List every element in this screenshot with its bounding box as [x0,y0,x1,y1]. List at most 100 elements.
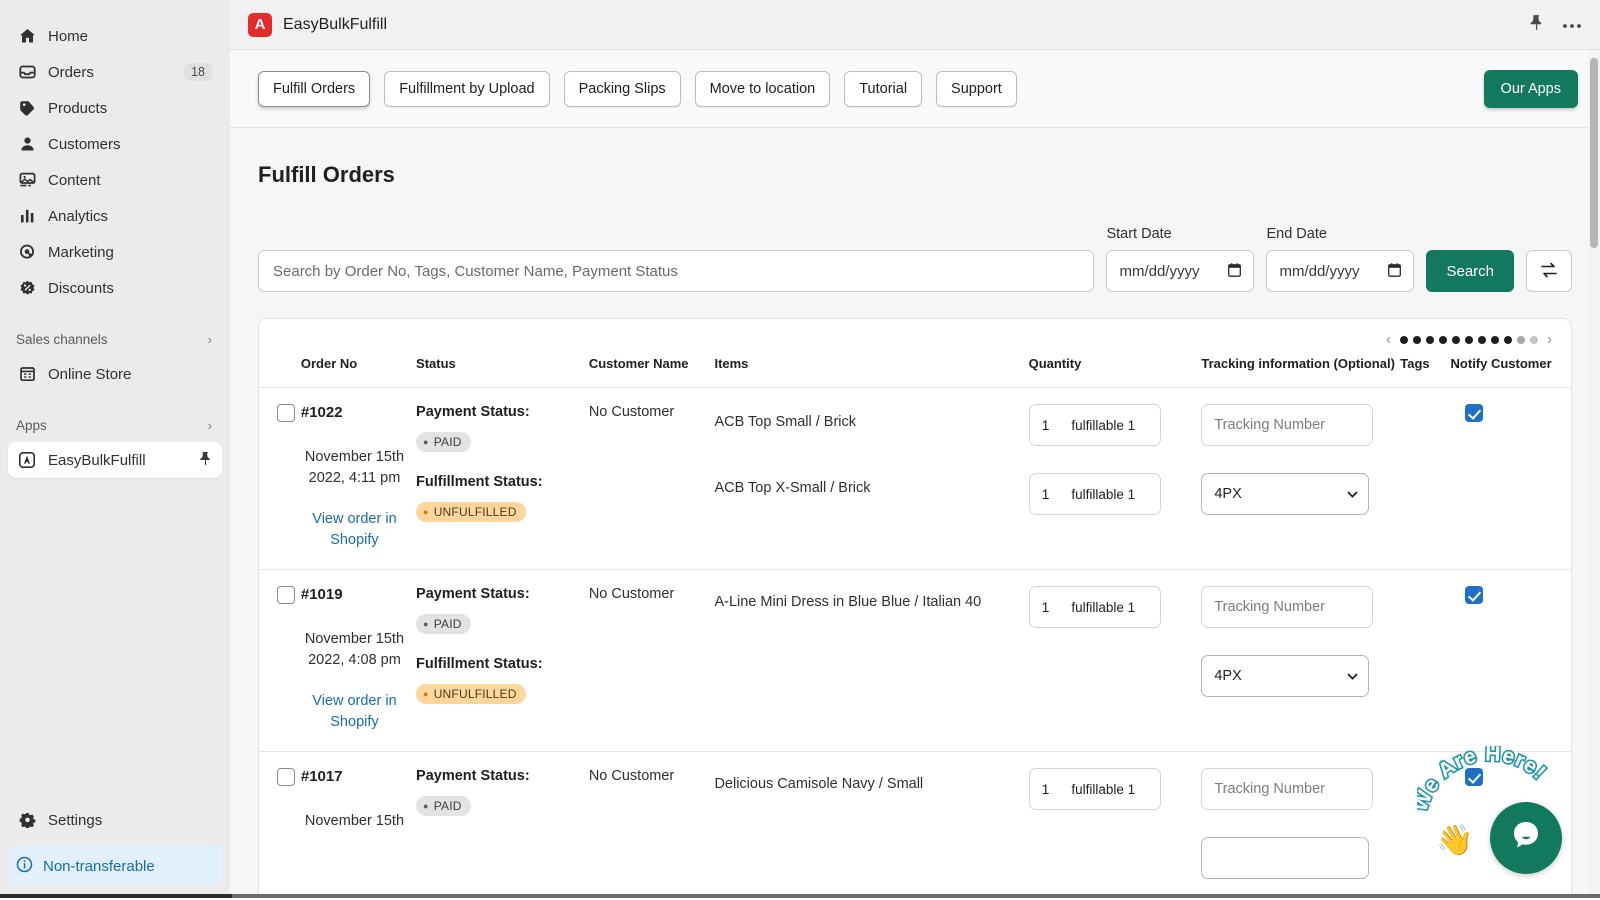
pin-icon[interactable] [1529,14,1544,36]
status-dot-icon: ● [423,438,429,447]
fulfillable-count: fulfillable 1 [1071,418,1135,433]
order-date: November 15th 2022, 4:11 pm [301,447,408,489]
tab-packing-slips[interactable]: Packing Slips [564,71,681,107]
tab-fulfill-orders[interactable]: Fulfill Orders [258,71,370,107]
waving-hand-icon: 👋 [1436,823,1473,858]
quantity-input[interactable]: 1fulfillable 1 [1029,473,1161,515]
col-tracking: Tracking information (Optional) [1201,350,1400,388]
calendar-icon[interactable] [1388,263,1401,280]
view-order-in-shopify-link[interactable]: View order in Shopify [301,691,408,733]
search-button[interactable]: Search [1426,250,1514,292]
sidebar-item-settings[interactable]: Settings [8,802,222,838]
sidebar-item-products[interactable]: Products [8,90,222,126]
quantity-input[interactable]: 1fulfillable 1 [1029,404,1161,446]
search-input[interactable] [258,250,1094,292]
sidebar-section-apps[interactable]: Apps › [8,410,222,440]
start-date-label: Start Date [1106,226,1254,242]
col-order-no: Order No [301,350,416,388]
quantity-input[interactable]: 1fulfillable 1 [1029,586,1161,628]
tab-tutorial[interactable]: Tutorial [844,71,922,107]
pagination-prev[interactable]: ‹ [1383,331,1394,348]
carrier-select[interactable]: 4PX [1201,655,1369,697]
carrier-value: 4PX [1214,668,1241,684]
payment-status-badge: ●PAID [416,614,471,634]
pagination-dot[interactable] [1530,336,1538,344]
notify-customer-checkbox[interactable] [1465,404,1483,422]
quantity-input[interactable]: 1fulfillable 1 [1029,768,1161,810]
row-select-checkbox[interactable] [277,586,295,604]
carrier-select[interactable] [1201,837,1369,879]
customer-name: No Customer [589,768,707,784]
page-title: Fulfill Orders [258,162,1572,188]
tab-support[interactable]: Support [936,71,1017,107]
app-icon [16,450,38,470]
sidebar-item-online-store[interactable]: Online Store [8,356,222,392]
sidebar-item-label: Products [48,100,212,117]
filters-bar: Start Date mm/dd/yyyy End Date mm/dd/yyy… [258,226,1572,292]
view-order-in-shopify-link[interactable]: View order in Shopify [301,509,408,551]
row-select-checkbox[interactable] [277,768,295,786]
table-row: #1017 November 15th Payment Status: ●PAI… [259,752,1571,900]
col-select [259,350,301,388]
chat-widget: We Are Here! 👋 [1420,742,1570,882]
sidebar-item-analytics[interactable]: Analytics [8,198,222,234]
sidebar-item-easybulkfulfill[interactable]: EasyBulkFulfill [8,442,222,478]
pagination-dot[interactable] [1452,336,1460,344]
line-item-name: A-Line Mini Dress in Blue Blue / Italian… [714,592,981,614]
col-items: Items [714,350,1028,388]
sidebar-item-marketing[interactable]: Marketing [8,234,222,270]
sidebar-item-content[interactable]: Content [8,162,222,198]
fulfillment-status-badge: ●UNFULFILLED [416,502,526,522]
tab-fulfillment-by-upload[interactable]: Fulfillment by Upload [384,71,549,107]
sidebar-item-home[interactable]: Home [8,18,222,54]
sidebar-item-label: Orders [48,64,184,81]
tracking-number-input[interactable] [1201,586,1373,628]
end-date-input[interactable]: mm/dd/yyyy [1266,250,1414,292]
chevron-right-icon: › [208,418,212,433]
app-logo-icon: A [248,13,272,37]
pagination-dot[interactable] [1504,336,1512,344]
start-date-input[interactable]: mm/dd/yyyy [1106,250,1254,292]
tab-move-to-location[interactable]: Move to location [695,71,831,107]
pagination-dot[interactable] [1491,336,1499,344]
fulfillable-count: fulfillable 1 [1071,782,1135,797]
pagination-dot[interactable] [1478,336,1486,344]
app-title: EasyBulkFulfill [283,16,387,34]
app-topbar: A EasyBulkFulfill [230,0,1600,50]
sidebar-item-discounts[interactable]: Discounts [8,270,222,306]
pagination-next[interactable]: › [1544,331,1555,348]
pagination-dot[interactable] [1465,336,1473,344]
sidebar-item-label: Settings [48,812,212,829]
sidebar-section-sales-channels[interactable]: Sales channels › [8,324,222,354]
tracking-number-input[interactable] [1201,404,1373,446]
main-area: A EasyBulkFulfill Fulfill Orders Fulfill… [230,0,1600,900]
our-apps-button[interactable]: Our Apps [1484,70,1578,108]
scrollbar-thumb[interactable] [1590,58,1598,248]
pagination-dot[interactable] [1426,336,1434,344]
window-bottom-edge [0,894,1600,900]
chat-bubble-button[interactable] [1490,802,1562,874]
refresh-button[interactable] [1526,250,1572,292]
pagination-dot[interactable] [1439,336,1447,344]
sales-channels-label: Sales channels [16,332,208,347]
refresh-swap-icon [1539,261,1559,282]
fulfillment-status-badge: ●UNFULFILLED [416,684,526,704]
order-number: #1019 [301,586,408,603]
main-scrollbar[interactable] [1588,50,1600,900]
pagination-dot[interactable] [1413,336,1421,344]
notify-customer-checkbox[interactable] [1465,586,1483,604]
row-select-checkbox[interactable] [277,404,295,422]
tracking-number-input[interactable] [1201,768,1373,810]
ellipsis-icon[interactable] [1562,16,1582,34]
chat-bubble-icon [1508,818,1544,859]
pagination-dot[interactable] [1517,336,1525,344]
carrier-select[interactable]: 4PX [1201,473,1369,515]
calendar-icon[interactable] [1228,263,1241,280]
sidebar-item-orders[interactable]: Orders 18 [8,54,222,90]
sidebar-item-customers[interactable]: Customers [8,126,222,162]
online-store-icon [16,364,38,384]
customer-name: No Customer [589,586,707,602]
pagination-dot[interactable] [1400,336,1408,344]
pin-icon[interactable] [199,451,212,470]
non-transferable-banner[interactable]: Non-transferable [8,846,222,886]
